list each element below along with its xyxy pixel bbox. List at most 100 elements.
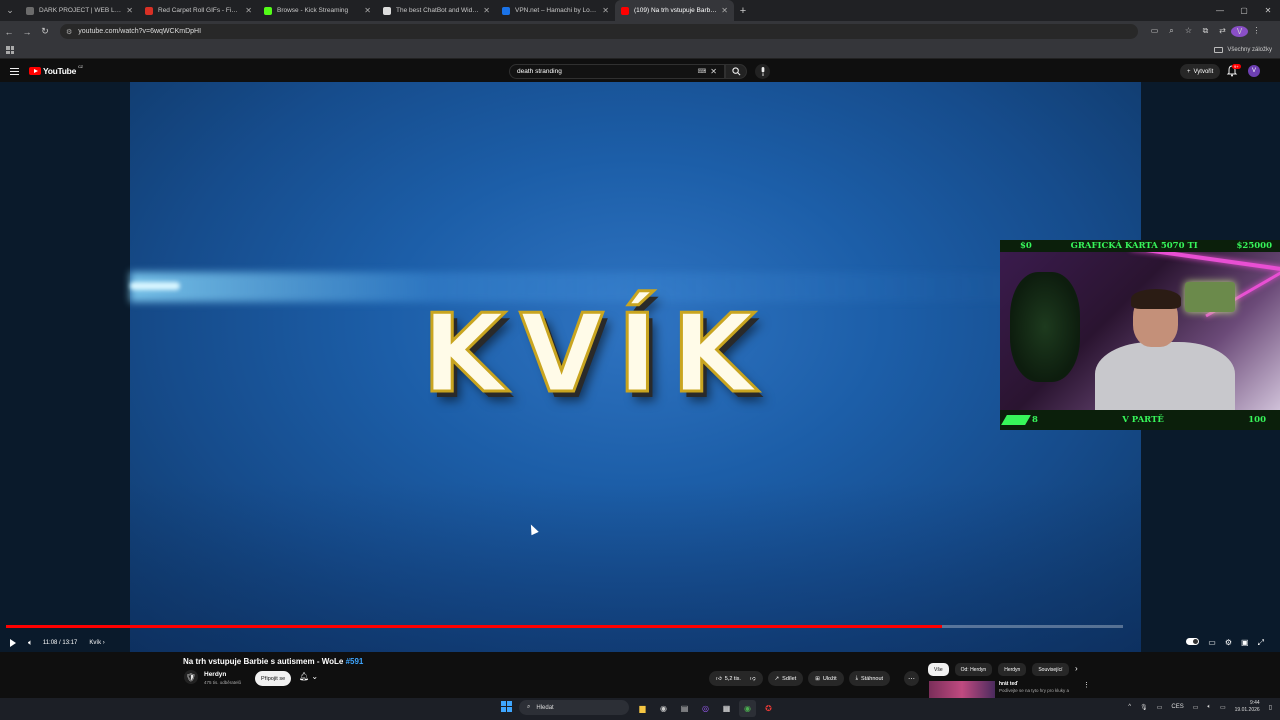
language-indicator[interactable]: CES xyxy=(1171,704,1183,710)
sidebar-icon[interactable]: ⇄ xyxy=(1214,26,1231,37)
fullscreen-icon[interactable]: ⤢ xyxy=(1258,638,1264,648)
recommendation-menu-icon[interactable]: ⋮ xyxy=(1083,681,1090,689)
streamer-body xyxy=(1095,342,1235,410)
taskbar-search[interactable]: ⌕ Hledat xyxy=(519,700,629,715)
more-actions-icon[interactable]: ⋯ xyxy=(904,671,919,686)
neon-light xyxy=(1130,252,1280,273)
youtube-logo[interactable]: YouTube CZ xyxy=(29,64,83,76)
steam-icon[interactable]: ◉ xyxy=(655,700,672,717)
close-tab-icon[interactable]: ✕ xyxy=(126,6,133,15)
filter-chip[interactable]: Herdyn xyxy=(998,663,1027,676)
tab-favicon-icon xyxy=(145,6,153,15)
flare-core xyxy=(130,282,180,290)
voice-search-button[interactable] xyxy=(755,64,770,79)
channel-name[interactable]: Herdyn xyxy=(204,671,226,678)
mic-tray-icon[interactable]: 🎙︎ xyxy=(1140,704,1148,711)
browser-tab[interactable]: The best ChatBot and Widgets ✕ xyxy=(377,0,496,21)
miniplayer-icon[interactable]: ▣ xyxy=(1241,638,1249,648)
share-button[interactable]: ↗ Sdílet xyxy=(767,671,804,686)
filter-chip[interactable]: Vše xyxy=(928,663,949,676)
autoplay-toggle[interactable] xyxy=(1186,638,1200,645)
chapter-button[interactable]: Kvík › xyxy=(89,640,104,646)
site-info-icon[interactable]: ⚙ xyxy=(66,28,72,36)
download-button[interactable]: ⤓ Stáhnout xyxy=(848,671,891,686)
chevron-right-icon[interactable]: › xyxy=(1075,664,1078,673)
folder-icon xyxy=(1214,47,1224,53)
video-player[interactable]: KVÍK $0 GRAFICKÁ KARTA 5070 TI $25000 8 … xyxy=(0,82,1280,652)
like-button[interactable]: 👍︎ 5,2 tis. 👎︎ xyxy=(709,671,763,686)
volume-icon[interactable]: 🔈︎ xyxy=(28,638,33,648)
close-tab-icon[interactable]: ✕ xyxy=(602,6,609,15)
overlay-top-bar: $0 GRAFICKÁ KARTA 5070 TI $25000 xyxy=(1000,240,1280,252)
app-icon[interactable]: ▤ xyxy=(676,700,693,717)
file-explorer-icon[interactable]: ▆ xyxy=(634,700,651,717)
channel-avatar[interactable]: 🛡︎ xyxy=(184,670,198,684)
close-tab-icon[interactable]: ✕ xyxy=(364,6,371,15)
new-tab-button[interactable]: + xyxy=(734,5,752,17)
zoom-icon[interactable]: ⌕ xyxy=(1163,26,1180,37)
save-button[interactable]: ⊞ Uložit xyxy=(808,671,844,686)
tab-search-icon[interactable]: ⌄ xyxy=(0,0,20,21)
close-tab-icon[interactable]: ✕ xyxy=(245,6,252,15)
close-window-icon[interactable]: ✕ xyxy=(1256,0,1280,21)
join-button[interactable]: Připojit se xyxy=(255,671,292,686)
play-icon[interactable] xyxy=(10,639,16,647)
close-tab-icon[interactable]: ✕ xyxy=(483,6,490,15)
recommendation-title[interactable]: hrát teď xyxy=(999,681,1018,687)
create-button[interactable]: + Vytvořit xyxy=(1180,64,1221,79)
back-icon[interactable]: ← xyxy=(0,27,18,37)
browser-tab[interactable]: VPN.net – Hamachi by LogMeIn✕ xyxy=(496,0,615,21)
clock[interactable]: 9:44 19.01.2026 xyxy=(1235,700,1260,714)
network-icon[interactable]: ▭ xyxy=(1193,704,1199,711)
tray-chevron-icon[interactable]: ^ xyxy=(1128,704,1131,710)
plus-icon: + xyxy=(1187,68,1191,75)
extensions-icon[interactable]: ⧉ xyxy=(1197,26,1214,37)
reload-icon[interactable]: ↻ xyxy=(36,26,54,37)
minimize-icon[interactable]: — xyxy=(1208,0,1232,21)
webcam-feed xyxy=(1000,252,1280,410)
all-bookmarks[interactable]: Všechny záložky xyxy=(1214,47,1272,53)
browser-tab[interactable]: (109) Na trh vstupuje Barbie s a ✕ xyxy=(615,0,734,21)
subtitles-icon[interactable]: ▭ xyxy=(1208,638,1216,648)
seek-bar[interactable] xyxy=(6,625,1123,628)
video-title: Na trh vstupuje Barbie s autismem - WoLe… xyxy=(183,657,364,666)
thumbs-down-icon[interactable]: 👎︎ xyxy=(750,676,756,682)
profile-avatar[interactable]: V xyxy=(1231,26,1248,37)
windows-start-icon[interactable] xyxy=(501,701,512,712)
maximize-icon[interactable]: ▢ xyxy=(1232,0,1256,21)
settings-gear-icon[interactable]: ⚙ xyxy=(1225,638,1232,648)
apps-icon[interactable] xyxy=(6,46,14,54)
menu-icon[interactable]: ⋮ xyxy=(1248,26,1265,37)
filter-chip[interactable]: Související xyxy=(1032,663,1069,676)
chrome-icon[interactable]: ◉ xyxy=(739,700,756,717)
app-icon[interactable]: ▦ xyxy=(718,700,735,717)
browser-tab[interactable]: DARK PROJECT | WEB LAB ✕ xyxy=(20,0,139,21)
bookmark-star-icon[interactable]: ☆ xyxy=(1180,26,1197,37)
browser-tab-bar: ⌄ DARK PROJECT | WEB LAB ✕ Red Carpet Roll… xyxy=(0,0,1280,21)
seek-bar-played xyxy=(6,625,943,628)
search-input[interactable]: death stranding ⌨ ✕ xyxy=(509,64,725,79)
cast-icon[interactable]: ▭ xyxy=(1146,26,1163,37)
browser-tab[interactable]: Browse - Kick Streaming ✕ xyxy=(258,0,377,21)
recommendation-thumbnail[interactable] xyxy=(929,681,995,698)
close-tab-icon[interactable]: ✕ xyxy=(721,6,728,15)
display-tray-icon[interactable]: ▭ xyxy=(1157,704,1163,711)
search-button[interactable] xyxy=(725,64,747,79)
clear-search-icon[interactable]: ✕ xyxy=(710,67,717,76)
url-field[interactable]: ⚙ youtube.com/watch?v=6wqWCKmDpHI xyxy=(60,24,1138,39)
search-icon: ⌕ xyxy=(527,704,531,710)
account-avatar[interactable]: V xyxy=(1248,65,1260,77)
app-icon[interactable]: ◎ xyxy=(697,700,714,717)
hamburger-menu-icon[interactable] xyxy=(10,67,19,75)
subscribe-bell-icon[interactable]: 🔔︎ ⌄ xyxy=(299,672,318,681)
forward-icon[interactable]: → xyxy=(18,27,36,37)
keyboard-icon[interactable]: ⌨ xyxy=(698,68,707,75)
volume-tray-icon[interactable]: 🔈︎ xyxy=(1207,704,1211,711)
filter-chip[interactable]: Od: Herdyn xyxy=(954,663,993,676)
hashtag-link[interactable]: #591 xyxy=(346,657,364,666)
battery-icon[interactable]: ▭ xyxy=(1220,704,1226,711)
video-frame[interactable]: KVÍK xyxy=(130,82,1141,652)
browser-tab[interactable]: Red Carpet Roll GIFs - Find & S ✕ xyxy=(139,0,258,21)
notification-center-icon[interactable]: ▯ xyxy=(1269,704,1272,711)
app-icon[interactable]: ✪ xyxy=(760,700,777,717)
